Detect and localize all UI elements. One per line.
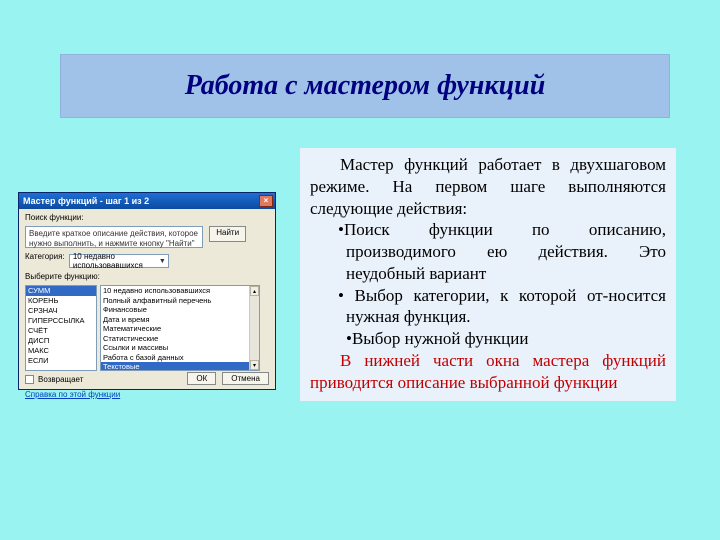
footer-paragraph: В нижней части окна мастера функций прив… (310, 350, 666, 394)
list-item[interactable]: Ссылки и массивы (101, 343, 259, 353)
list-item[interactable]: ЕСЛИ (26, 356, 96, 366)
list-item[interactable]: Полный алфавитный перечень (101, 296, 259, 306)
list-item[interactable]: СУММ (26, 286, 96, 296)
hint-text: Возвращает (38, 375, 83, 384)
list-item[interactable]: ГИПЕРССЫЛКА (26, 316, 96, 326)
scroll-down-icon[interactable]: ▾ (250, 360, 259, 370)
function-listbox[interactable]: СУММ КОРЕНЬ СРЗНАЧ ГИПЕРССЫЛКА СЧЁТ ДИСП… (25, 285, 97, 371)
find-button[interactable]: Найти (209, 226, 246, 242)
search-label: Поиск функции: (25, 213, 84, 222)
paragraph: Мастер функций работает в двухшаговом ре… (310, 154, 666, 219)
bullet-item: •Выбор нужной функции (310, 328, 666, 350)
list-item[interactable]: 10 недавно использовавшихся (101, 286, 259, 296)
list-item[interactable]: Статистические (101, 334, 259, 344)
list-item[interactable]: КОРЕНЬ (26, 296, 96, 306)
list-item[interactable]: МАКС (26, 346, 96, 356)
scroll-thumb[interactable] (250, 296, 259, 360)
category-select[interactable]: 10 недавно использовавшихся ▼ (69, 254, 169, 268)
search-input[interactable]: Введите краткое описание действия, котор… (25, 226, 203, 248)
function-list-label: Выберите функцию: (25, 272, 100, 281)
chevron-down-icon: ▼ (159, 258, 166, 265)
checkbox-icon[interactable] (25, 375, 34, 384)
dialog-body: Поиск функции: Введите краткое описание … (19, 209, 275, 403)
description-text: Мастер функций работает в двухшаговом ре… (300, 148, 676, 401)
list-item[interactable]: Дата и время (101, 315, 259, 325)
list-item[interactable]: ДИСП (26, 336, 96, 346)
cancel-button[interactable]: Отмена (222, 372, 269, 385)
function-wizard-dialog: Мастер функций - шаг 1 из 2 × Поиск функ… (18, 192, 276, 390)
list-item[interactable]: СРЗНАЧ (26, 306, 96, 316)
category-label: Категория: (25, 252, 65, 261)
bullet-item: •Поиск функции по описанию, производимог… (310, 219, 666, 284)
bullet-item: • Выбор категории, к которой от-носится … (310, 285, 666, 329)
category-value: 10 недавно использовавшихся (73, 252, 159, 270)
list-item[interactable]: СЧЁТ (26, 326, 96, 336)
ok-button[interactable]: ОК (187, 372, 216, 385)
list-item[interactable]: Математические (101, 324, 259, 334)
scroll-up-icon[interactable]: ▴ (250, 286, 259, 296)
page-title: Работа с мастером функций (185, 70, 546, 102)
help-link[interactable]: Справка по этой функции (25, 390, 120, 399)
list-item[interactable]: Финансовые (101, 305, 259, 315)
dialog-title-text: Мастер функций - шаг 1 из 2 (23, 196, 149, 206)
dialog-titlebar: Мастер функций - шаг 1 из 2 × (19, 193, 275, 209)
title-banner: Работа с мастером функций (60, 54, 670, 118)
close-icon[interactable]: × (259, 195, 273, 207)
scrollbar[interactable]: ▴ ▾ (249, 286, 259, 370)
list-item[interactable]: Работа с базой данных (101, 353, 259, 363)
category-listbox[interactable]: 10 недавно использовавшихся Полный алфав… (100, 285, 260, 371)
list-item[interactable]: Текстовые (101, 362, 259, 371)
